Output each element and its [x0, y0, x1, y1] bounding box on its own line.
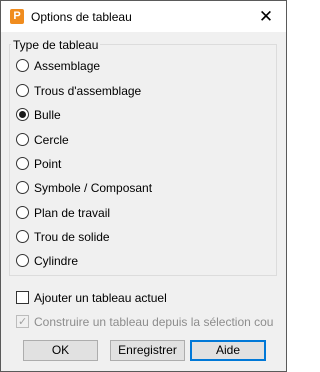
- radio-label: Cercle: [34, 133, 69, 147]
- help-button[interactable]: Aide: [190, 340, 266, 361]
- checkbox-label: Construire un tableau depuis la sélectio…: [34, 315, 273, 329]
- radio-button[interactable]: [16, 230, 29, 243]
- title-bar[interactable]: P Options de tableau ✕: [1, 1, 286, 32]
- radio-button[interactable]: [16, 84, 29, 97]
- radio-label: Assemblage: [34, 59, 101, 73]
- radio-button[interactable]: [16, 133, 29, 146]
- radio-button[interactable]: [16, 206, 29, 219]
- radio-button-selected[interactable]: [16, 108, 29, 121]
- radio-label: Trou de solide: [34, 230, 110, 244]
- radio-label: Point: [34, 157, 62, 171]
- dialog-title: Options de tableau: [31, 10, 132, 24]
- radio-button[interactable]: [16, 59, 29, 72]
- radio-button[interactable]: [16, 254, 29, 267]
- checkbox-disabled: ✓: [16, 315, 29, 328]
- dialog-window: P Options de tableau ✕ Type de tableau A…: [0, 0, 287, 372]
- radio-label: Bulle: [34, 108, 61, 122]
- radio-label: Cylindre: [34, 254, 79, 268]
- radio-label: Trous d'assemblage: [34, 84, 142, 98]
- ok-button[interactable]: OK: [23, 340, 98, 361]
- app-logo-letter: P: [13, 10, 21, 22]
- radio-label: Symbole / Composant: [34, 181, 153, 195]
- checkbox-label-clip: Construire un tableau depuis la sélectio…: [34, 314, 273, 332]
- app-logo-icon: P: [10, 9, 24, 24]
- group-legend: Type de tableau: [11, 38, 101, 52]
- radio-button[interactable]: [16, 181, 29, 194]
- radio-button[interactable]: [16, 157, 29, 170]
- checkbox[interactable]: [16, 291, 29, 304]
- close-icon[interactable]: ✕: [246, 1, 286, 32]
- checkbox-label: Ajouter un tableau actuel: [34, 291, 167, 305]
- radio-label: Plan de travail: [34, 206, 111, 220]
- checkmark-icon: ✓: [18, 316, 28, 328]
- save-button[interactable]: Enregistrer: [110, 340, 185, 361]
